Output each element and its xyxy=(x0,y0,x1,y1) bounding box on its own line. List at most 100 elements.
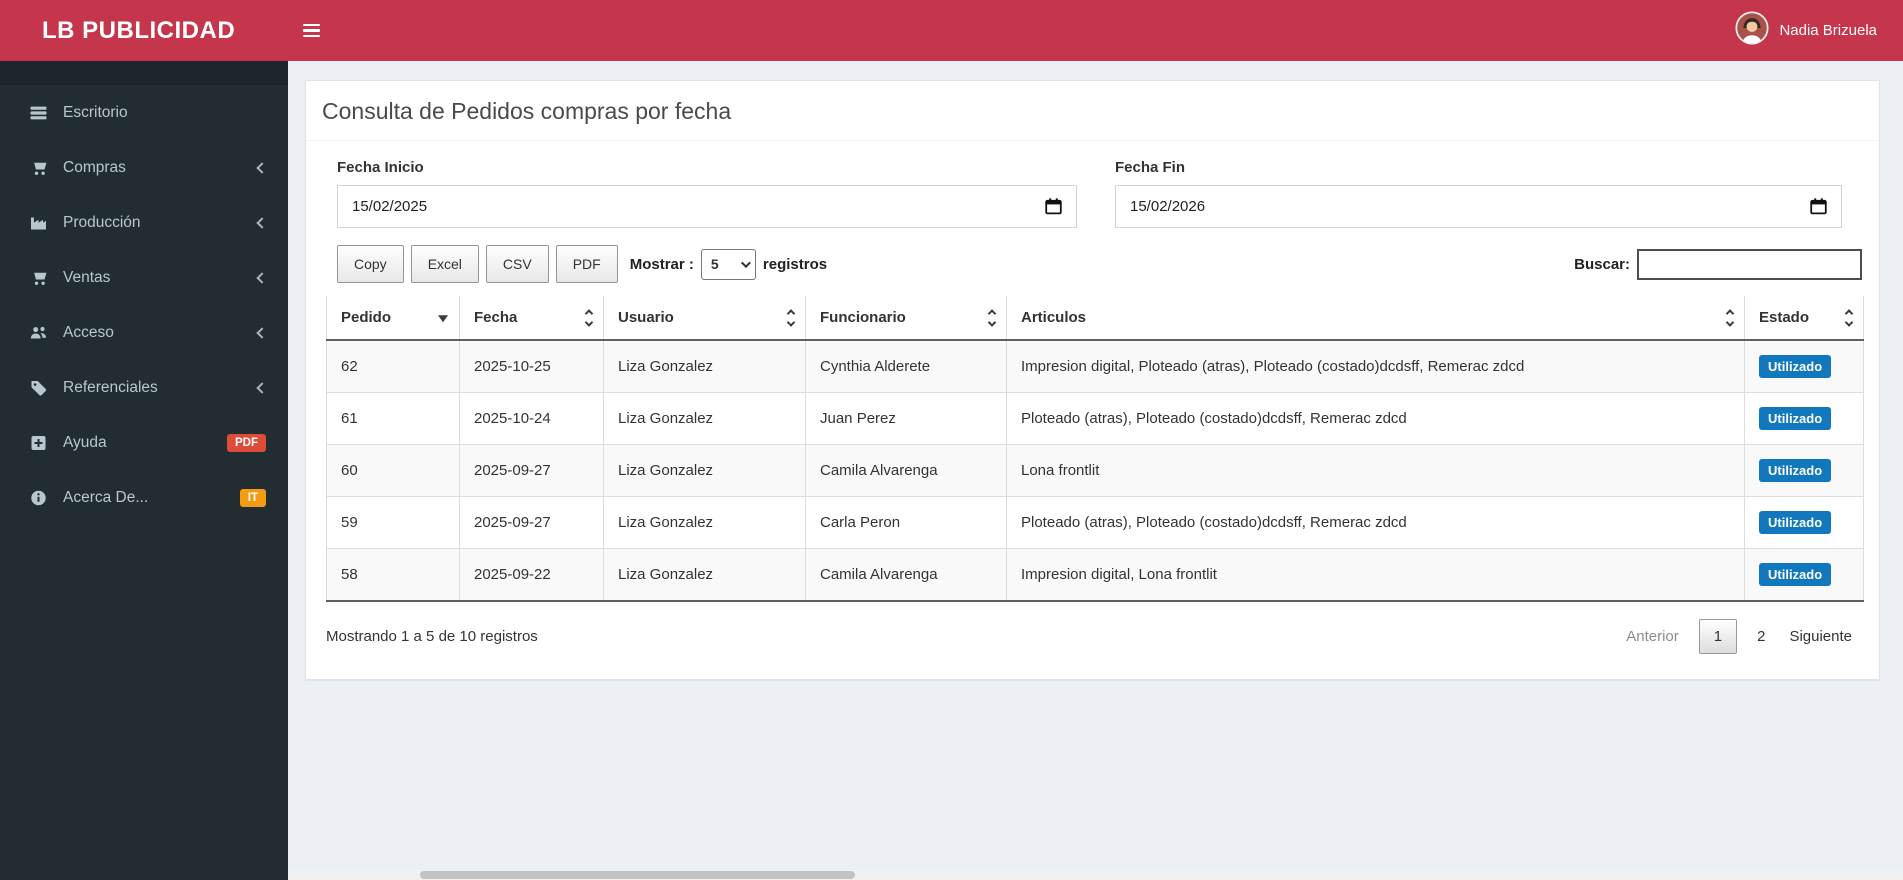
csv-button[interactable]: CSV xyxy=(485,245,549,283)
chevron-left-icon xyxy=(256,216,268,229)
pagination: Anterior 1 2 Siguiente xyxy=(1614,619,1864,654)
cell-fecha: 2025-10-24 xyxy=(459,392,604,445)
records-info: Mostrando 1 a 5 de 10 registros xyxy=(326,628,538,645)
scrollbar-thumb[interactable] xyxy=(420,871,855,879)
fecha-inicio-input[interactable]: 15/02/2025 xyxy=(337,185,1077,228)
sort-both-icon xyxy=(987,308,997,327)
cell-articulos: Impresion digital, Lona frontlit xyxy=(1006,548,1745,601)
chevron-down-icon xyxy=(740,257,751,268)
search-input[interactable] xyxy=(1637,248,1862,280)
brand-logo[interactable]: LB PUBLICIDAD xyxy=(0,17,288,45)
cell-articulos: Impresion digital, Ploteado (atras), Plo… xyxy=(1006,339,1745,393)
cell-articulos: Ploteado (atras), Ploteado (costado)dcds… xyxy=(1006,496,1745,549)
page-size-select[interactable]: 5 xyxy=(700,248,756,280)
table-row[interactable]: 58 2025-09-22 Liza Gonzalez Camila Alvar… xyxy=(326,548,1864,601)
sidebar-item-label: Compras xyxy=(63,158,126,176)
tag-icon xyxy=(30,380,48,396)
column-header-usuario[interactable]: Usuario xyxy=(603,296,806,341)
cell-pedido: 60 xyxy=(326,444,460,497)
estado-badge[interactable]: Utilizado xyxy=(1759,511,1832,534)
registros-label: registros xyxy=(762,255,828,273)
sidebar-item-label: Acceso xyxy=(63,323,114,341)
excel-button[interactable]: Excel xyxy=(410,245,479,283)
estado-badge[interactable]: Utilizado xyxy=(1759,459,1832,482)
column-header-pedido[interactable]: Pedido xyxy=(326,296,460,341)
page-size-value: 5 xyxy=(710,256,719,272)
estado-badge[interactable]: Utilizado xyxy=(1759,407,1832,430)
next-page-button[interactable]: Siguiente xyxy=(1777,621,1864,652)
search-control: Buscar: xyxy=(1574,248,1862,280)
sidebar-item-compras[interactable]: Compras xyxy=(0,140,288,195)
sidebar-item-escritorio[interactable]: Escritorio xyxy=(0,85,288,140)
sidebar-top-strip xyxy=(0,61,288,85)
sidebar-item-acceso[interactable]: Acceso xyxy=(0,305,288,360)
column-header-articulos[interactable]: Articulos xyxy=(1006,296,1745,341)
column-header-fecha[interactable]: Fecha xyxy=(459,296,604,341)
sort-both-icon xyxy=(1725,308,1735,327)
cell-estado: Utilizado xyxy=(1744,339,1864,393)
calendar-icon[interactable] xyxy=(1045,198,1062,215)
table-row[interactable]: 60 2025-09-27 Liza Gonzalez Camila Alvar… xyxy=(326,444,1864,497)
plus-square-icon xyxy=(30,435,48,451)
cell-pedido: 58 xyxy=(326,548,460,601)
mostrar-label: Mostrar : xyxy=(629,255,694,273)
column-header-funcionario[interactable]: Funcionario xyxy=(805,296,1007,341)
cell-funcionario: Camila Alvarenga xyxy=(805,548,1007,601)
hamburger-icon xyxy=(302,34,320,38)
cell-usuario: Liza Gonzalez xyxy=(603,392,806,445)
fecha-inicio-label: Fecha Inicio xyxy=(337,159,424,176)
query-card: Consulta de Pedidos compras por fecha Fe… xyxy=(305,80,1880,680)
cell-funcionario: Cynthia Alderete xyxy=(805,339,1007,393)
calendar-icon[interactable] xyxy=(1810,198,1827,215)
sidebar-toggle-button[interactable] xyxy=(288,0,334,61)
cell-fecha: 2025-10-25 xyxy=(459,339,604,393)
chevron-left-icon xyxy=(256,381,268,394)
table-row[interactable]: 61 2025-10-24 Liza Gonzalez Juan Perez P… xyxy=(326,392,1864,445)
cell-usuario: Liza Gonzalez xyxy=(603,548,806,601)
column-header-estado[interactable]: Estado xyxy=(1744,296,1864,341)
date-filter-row: Fecha Inicio 15/02/2025 Fecha Fin 15/02/… xyxy=(306,141,1879,228)
sidebar: Escritorio Compras Producción Ventas Acc… xyxy=(0,61,288,880)
pdf-button[interactable]: PDF xyxy=(555,245,618,283)
cell-pedido: 59 xyxy=(326,496,460,549)
estado-badge[interactable]: Utilizado xyxy=(1759,563,1832,586)
estado-badge[interactable]: Utilizado xyxy=(1759,355,1832,378)
page-size-control: Mostrar : 5 registros xyxy=(629,248,828,280)
info-circle-icon xyxy=(30,490,48,506)
fecha-fin-input[interactable]: 15/02/2026 xyxy=(1115,185,1842,228)
sidebar-item-label: Escritorio xyxy=(63,103,128,121)
fecha-fin-label: Fecha Fin xyxy=(1115,159,1186,176)
export-button-group: Copy Excel CSV PDF xyxy=(337,245,618,283)
table-row[interactable]: 59 2025-09-27 Liza Gonzalez Carla Peron … xyxy=(326,496,1864,549)
buscar-label: Buscar: xyxy=(1574,255,1630,273)
dashboard-icon xyxy=(30,105,48,121)
table-row[interactable]: 62 2025-10-25 Liza Gonzalez Cynthia Alde… xyxy=(326,339,1864,393)
sidebar-item-referenciales[interactable]: Referenciales xyxy=(0,360,288,415)
horizontal-scrollbar[interactable] xyxy=(288,870,1903,880)
cell-estado: Utilizado xyxy=(1744,548,1864,601)
it-badge: IT xyxy=(239,488,266,507)
user-menu[interactable]: Nadia Brizuela xyxy=(1735,11,1877,50)
cell-funcionario: Carla Peron xyxy=(805,496,1007,549)
sort-both-icon xyxy=(1844,308,1854,327)
sidebar-item-acerca-de[interactable]: Acerca De... IT xyxy=(0,470,288,525)
sidebar-item-produccion[interactable]: Producción xyxy=(0,195,288,250)
sidebar-item-label: Ventas xyxy=(63,268,111,286)
main-content: Consulta de Pedidos compras por fecha Fe… xyxy=(288,61,1903,880)
cell-usuario: Liza Gonzalez xyxy=(603,496,806,549)
page-2-button[interactable]: 2 xyxy=(1745,621,1777,652)
sidebar-item-label: Ayuda xyxy=(63,433,107,451)
page-1-button[interactable]: 1 xyxy=(1698,619,1738,654)
cell-funcionario: Juan Perez xyxy=(805,392,1007,445)
cell-estado: Utilizado xyxy=(1744,444,1864,497)
cell-fecha: 2025-09-22 xyxy=(459,548,604,601)
pedidos-table: Pedido Fecha Usuario Funcionario Articul… xyxy=(326,296,1864,602)
sort-both-icon xyxy=(786,308,796,327)
previous-page-button[interactable]: Anterior xyxy=(1614,621,1691,652)
sidebar-item-label: Acerca De... xyxy=(63,488,149,506)
copy-button[interactable]: Copy xyxy=(337,245,404,283)
sidebar-item-ayuda[interactable]: Ayuda PDF xyxy=(0,415,288,470)
sidebar-item-ventas[interactable]: Ventas xyxy=(0,250,288,305)
chevron-left-icon xyxy=(256,271,268,284)
chevron-left-icon xyxy=(256,161,268,174)
